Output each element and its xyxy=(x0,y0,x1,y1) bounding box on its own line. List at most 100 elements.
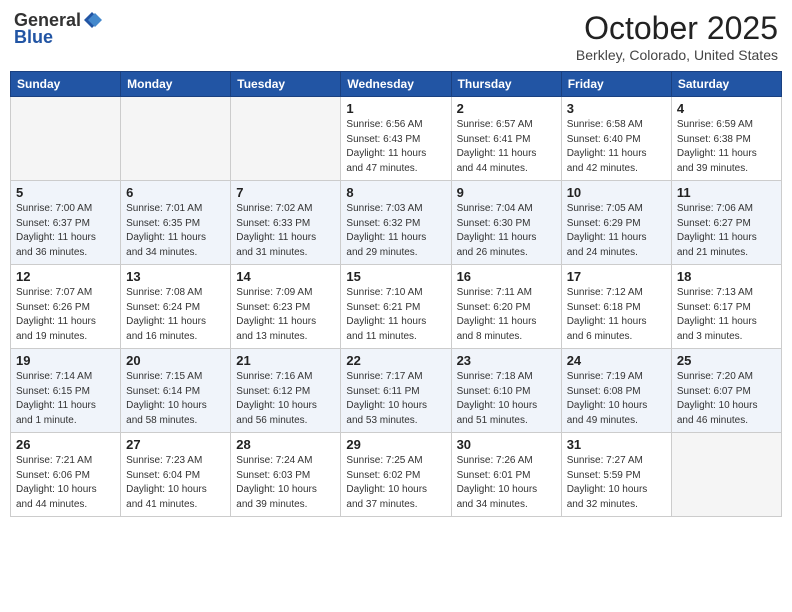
week-row-1: 1 Sunrise: 6:56 AM Sunset: 6:43 PM Daylig… xyxy=(11,97,782,181)
calendar-cell: 1 Sunrise: 6:56 AM Sunset: 6:43 PM Daylig… xyxy=(341,97,451,181)
calendar-cell: 30Sunrise: 7:26 AM Sunset: 6:01 PM Dayli… xyxy=(451,433,561,517)
day-number: 7 xyxy=(236,185,335,200)
logo-blue-text: Blue xyxy=(14,27,53,48)
day-number: 30 xyxy=(457,437,556,452)
week-row-3: 12 Sunrise: 7:07 AM Sunset: 6:26 PM Dayli… xyxy=(11,265,782,349)
calendar-table: SundayMondayTuesdayWednesdayThursdayFrid… xyxy=(10,71,782,517)
day-number: 24 xyxy=(567,353,666,368)
calendar-cell xyxy=(121,97,231,181)
day-info: Sunrise: 7:12 AM Sunset: 6:18 PM Dayligh… xyxy=(567,286,666,344)
weekday-header-wednesday: Wednesday xyxy=(341,72,451,97)
logo-icon xyxy=(82,10,102,30)
calendar-cell: 19 Sunrise: 7:14 AM Sunset: 6:15 PM Dayli… xyxy=(11,349,121,433)
day-number: 16 xyxy=(457,269,556,284)
day-info: Sunrise: 7:14 AM Sunset: 6:15 PM Dayligh… xyxy=(16,370,115,428)
day-number: 8 xyxy=(346,185,445,200)
day-info: Sunrise: 7:23 AM Sunset: 6:04 PM Dayligh… xyxy=(126,454,225,512)
calendar-cell: 7 Sunrise: 7:02 AM Sunset: 6:33 PM Daylig… xyxy=(231,181,341,265)
day-info: Sunrise: 7:20 AM Sunset: 6:07 PM Dayligh… xyxy=(677,370,776,428)
calendar-cell: 3 Sunrise: 6:58 AM Sunset: 6:40 PM Daylig… xyxy=(561,97,671,181)
day-info: Sunrise: 7:08 AM Sunset: 6:24 PM Dayligh… xyxy=(126,286,225,344)
day-info: Sunrise: 7:00 AM Sunset: 6:37 PM Dayligh… xyxy=(16,202,115,260)
day-number: 3 xyxy=(567,101,666,116)
calendar-cell: 17 Sunrise: 7:12 AM Sunset: 6:18 PM Dayli… xyxy=(561,265,671,349)
day-info: Sunrise: 7:19 AM Sunset: 6:08 PM Dayligh… xyxy=(567,370,666,428)
day-info: Sunrise: 7:16 AM Sunset: 6:12 PM Dayligh… xyxy=(236,370,335,428)
calendar-cell: 20 Sunrise: 7:15 AM Sunset: 6:14 PM Dayli… xyxy=(121,349,231,433)
day-number: 27 xyxy=(126,437,225,452)
day-info: Sunrise: 7:11 AM Sunset: 6:20 PM Dayligh… xyxy=(457,286,556,344)
day-number: 10 xyxy=(567,185,666,200)
day-number: 12 xyxy=(16,269,115,284)
day-info: Sunrise: 6:59 AM Sunset: 6:38 PM Dayligh… xyxy=(677,118,776,176)
month-title: October 2025 xyxy=(576,10,778,47)
week-row-2: 5 Sunrise: 7:00 AM Sunset: 6:37 PM Daylig… xyxy=(11,181,782,265)
day-info: Sunrise: 7:15 AM Sunset: 6:14 PM Dayligh… xyxy=(126,370,225,428)
calendar-cell: 18 Sunrise: 7:13 AM Sunset: 6:17 PM Dayli… xyxy=(671,265,781,349)
day-number: 28 xyxy=(236,437,335,452)
calendar-cell: 25 Sunrise: 7:20 AM Sunset: 6:07 PM Dayli… xyxy=(671,349,781,433)
day-number: 6 xyxy=(126,185,225,200)
day-info: Sunrise: 7:17 AM Sunset: 6:11 PM Dayligh… xyxy=(346,370,445,428)
day-info: Sunrise: 7:10 AM Sunset: 6:21 PM Dayligh… xyxy=(346,286,445,344)
day-number: 17 xyxy=(567,269,666,284)
day-number: 2 xyxy=(457,101,556,116)
day-info: Sunrise: 6:57 AM Sunset: 6:41 PM Dayligh… xyxy=(457,118,556,176)
day-number: 19 xyxy=(16,353,115,368)
weekday-header-sunday: Sunday xyxy=(11,72,121,97)
calendar-cell xyxy=(671,433,781,517)
calendar-cell: 2 Sunrise: 6:57 AM Sunset: 6:41 PM Daylig… xyxy=(451,97,561,181)
day-info: Sunrise: 7:02 AM Sunset: 6:33 PM Dayligh… xyxy=(236,202,335,260)
calendar-cell: 24 Sunrise: 7:19 AM Sunset: 6:08 PM Dayli… xyxy=(561,349,671,433)
day-number: 11 xyxy=(677,185,776,200)
calendar-cell: 8 Sunrise: 7:03 AM Sunset: 6:32 PM Daylig… xyxy=(341,181,451,265)
day-info: Sunrise: 7:25 AM Sunset: 6:02 PM Dayligh… xyxy=(346,454,445,512)
location-text: Berkley, Colorado, United States xyxy=(576,47,778,63)
day-info: Sunrise: 7:04 AM Sunset: 6:30 PM Dayligh… xyxy=(457,202,556,260)
calendar-cell: 21Sunrise: 7:16 AM Sunset: 6:12 PM Dayli… xyxy=(231,349,341,433)
weekday-header-friday: Friday xyxy=(561,72,671,97)
day-info: Sunrise: 7:05 AM Sunset: 6:29 PM Dayligh… xyxy=(567,202,666,260)
day-number: 20 xyxy=(126,353,225,368)
day-number: 14 xyxy=(236,269,335,284)
calendar-cell xyxy=(231,97,341,181)
weekday-header-monday: Monday xyxy=(121,72,231,97)
weekday-header-tuesday: Tuesday xyxy=(231,72,341,97)
day-number: 25 xyxy=(677,353,776,368)
calendar-cell: 31 Sunrise: 7:27 AM Sunset: 5:59 PM Dayli… xyxy=(561,433,671,517)
day-number: 29 xyxy=(346,437,445,452)
day-info: Sunrise: 7:18 AM Sunset: 6:10 PM Dayligh… xyxy=(457,370,556,428)
day-info: Sunrise: 6:56 AM Sunset: 6:43 PM Dayligh… xyxy=(346,118,445,176)
day-info: Sunrise: 7:27 AM Sunset: 5:59 PM Dayligh… xyxy=(567,454,666,512)
day-info: Sunrise: 6:58 AM Sunset: 6:40 PM Dayligh… xyxy=(567,118,666,176)
calendar-cell: 9Sunrise: 7:04 AM Sunset: 6:30 PM Daylig… xyxy=(451,181,561,265)
day-info: Sunrise: 7:21 AM Sunset: 6:06 PM Dayligh… xyxy=(16,454,115,512)
calendar-cell: 15 Sunrise: 7:10 AM Sunset: 6:21 PM Dayli… xyxy=(341,265,451,349)
day-number: 26 xyxy=(16,437,115,452)
day-number: 18 xyxy=(677,269,776,284)
day-info: Sunrise: 7:07 AM Sunset: 6:26 PM Dayligh… xyxy=(16,286,115,344)
day-info: Sunrise: 7:06 AM Sunset: 6:27 PM Dayligh… xyxy=(677,202,776,260)
week-row-4: 19 Sunrise: 7:14 AM Sunset: 6:15 PM Dayli… xyxy=(11,349,782,433)
calendar-cell: 23Sunrise: 7:18 AM Sunset: 6:10 PM Dayli… xyxy=(451,349,561,433)
calendar-cell: 29 Sunrise: 7:25 AM Sunset: 6:02 PM Dayli… xyxy=(341,433,451,517)
calendar-cell xyxy=(11,97,121,181)
title-block: October 2025 Berkley, Colorado, United S… xyxy=(576,10,778,63)
weekday-header-saturday: Saturday xyxy=(671,72,781,97)
day-info: Sunrise: 7:09 AM Sunset: 6:23 PM Dayligh… xyxy=(236,286,335,344)
calendar-cell: 14 Sunrise: 7:09 AM Sunset: 6:23 PM Dayli… xyxy=(231,265,341,349)
calendar-cell: 28Sunrise: 7:24 AM Sunset: 6:03 PM Dayli… xyxy=(231,433,341,517)
day-info: Sunrise: 7:03 AM Sunset: 6:32 PM Dayligh… xyxy=(346,202,445,260)
day-info: Sunrise: 7:13 AM Sunset: 6:17 PM Dayligh… xyxy=(677,286,776,344)
calendar-cell: 5 Sunrise: 7:00 AM Sunset: 6:37 PM Daylig… xyxy=(11,181,121,265)
day-number: 5 xyxy=(16,185,115,200)
calendar-cell: 6Sunrise: 7:01 AM Sunset: 6:35 PM Daylig… xyxy=(121,181,231,265)
day-number: 31 xyxy=(567,437,666,452)
day-number: 15 xyxy=(346,269,445,284)
day-number: 22 xyxy=(346,353,445,368)
calendar-cell: 13Sunrise: 7:08 AM Sunset: 6:24 PM Dayli… xyxy=(121,265,231,349)
day-number: 1 xyxy=(346,101,445,116)
weekday-header-thursday: Thursday xyxy=(451,72,561,97)
weekday-header-row: SundayMondayTuesdayWednesdayThursdayFrid… xyxy=(11,72,782,97)
calendar-cell: 16 Sunrise: 7:11 AM Sunset: 6:20 PM Dayli… xyxy=(451,265,561,349)
